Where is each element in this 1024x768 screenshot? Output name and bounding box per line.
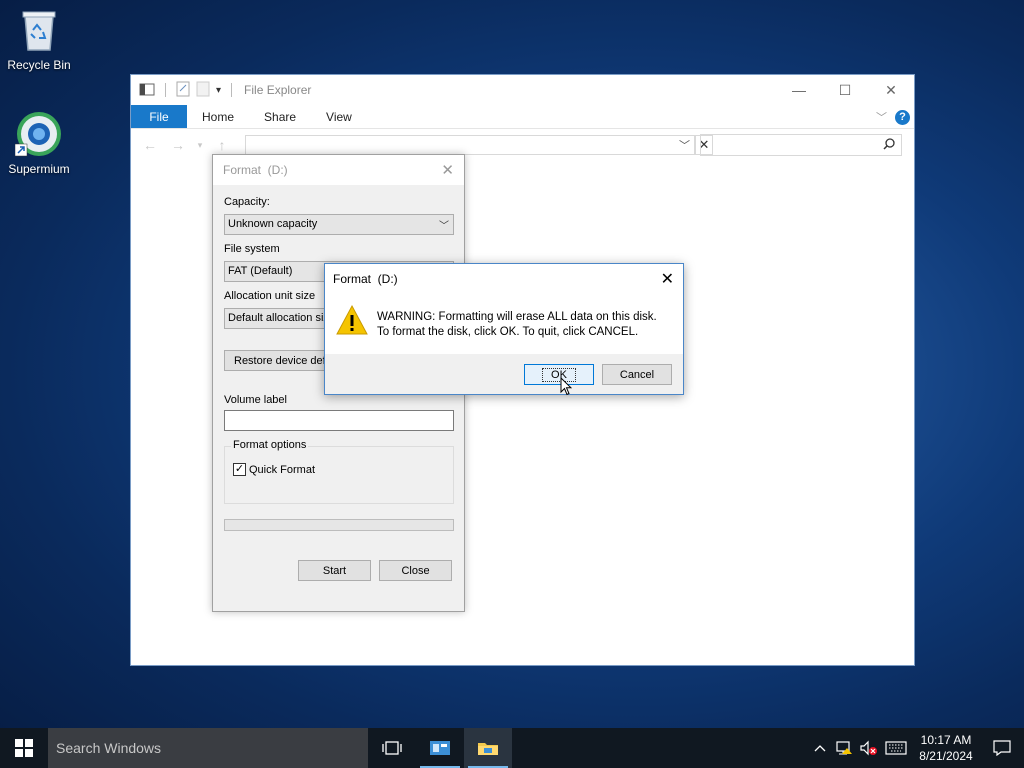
quick-format-checkbox[interactable]: ✓ [233,463,246,476]
expand-ribbon-icon[interactable]: ﹀ [876,109,887,125]
new-folder-icon[interactable] [196,81,210,100]
tab-home[interactable]: Home [187,105,249,128]
help-icon[interactable]: ? [895,109,910,125]
action-center-button[interactable] [980,740,1024,756]
tab-file[interactable]: File [131,105,187,128]
warning-message-line2: To format the disk, click OK. To quit, c… [377,326,639,338]
tab-view[interactable]: View [311,105,367,128]
address-bar[interactable]: ﹀ [245,135,695,155]
volume-label-input[interactable] [224,410,454,431]
close-label: Close [401,564,430,577]
task-view-button[interactable] [368,728,416,768]
volume-label-label: Volume label [224,394,287,406]
clock-time: 10:17 AM [920,733,972,747]
volume-muted-icon[interactable] [856,740,880,756]
windows-logo-icon [15,739,33,757]
quick-access-toolbar: ▾ [139,81,236,100]
clock-date: 8/21/2024 [919,749,973,763]
file-explorer-icon [478,743,498,755]
recent-locations-icon[interactable]: ▾ [195,140,205,151]
capacity-select[interactable]: Unknown capacity ﹀ [224,214,454,235]
folder-icon [139,82,155,99]
warning-icon [335,304,369,339]
warning-message: WARNING: Formatting will erase ALL data … [377,310,657,340]
taskbar-app-server-manager[interactable] [416,728,464,768]
tab-share[interactable]: Share [249,105,311,128]
close-dialog-button[interactable]: Close [379,560,452,581]
file-system-label: File system [224,243,280,255]
properties-icon[interactable] [176,81,190,100]
show-hidden-icons-icon[interactable] [808,744,832,752]
desktop-icon-recycle-bin[interactable]: Recycle Bin [1,6,77,72]
taskbar-clock[interactable]: 10:17 AM 8/21/2024 [912,732,980,764]
close-button[interactable]: ✕ [868,75,914,105]
cancel-label: Cancel [619,368,655,381]
capacity-value: Unknown capacity [228,218,318,230]
up-arrow-icon[interactable]: ↑ [211,137,233,153]
format-warning-dialog: Format (D:) ✕ WARNING: Formatting will e… [324,263,684,395]
desktop-icon-label: Supermium [8,162,70,176]
chevron-down-icon[interactable]: ﹀ [679,137,690,153]
dialog-title: Format (D:) [223,163,288,177]
system-tray: 10:17 AM 8/21/2024 [808,728,1024,768]
allocation-unit-label: Allocation unit size [224,290,316,302]
search-input[interactable] [700,134,902,156]
search-icon [883,138,895,153]
format-progress-bar [224,519,454,531]
keyboard-icon[interactable] [880,741,912,755]
allocation-unit-value: Default allocation siz [228,312,329,324]
format-options-group: Format options ✓ Quick Format [224,439,454,504]
start-label: Start [322,564,347,577]
task-view-icon [382,741,402,755]
minimize-button[interactable]: — [776,75,822,105]
capacity-label: Capacity: [224,196,270,208]
format-options-title: Format options [231,439,309,451]
notification-icon [993,740,1011,756]
back-arrow-icon[interactable]: ← [139,137,161,153]
server-manager-icon [430,741,450,755]
forward-arrow-icon[interactable]: → [167,137,189,153]
cancel-button[interactable]: Cancel [602,364,672,385]
restore-defaults-label: Restore device def [234,354,326,367]
desktop-icon-label: Recycle Bin [7,58,71,72]
close-icon[interactable]: ✕ [441,161,454,179]
warning-message-line1: WARNING: Formatting will erase ALL data … [377,311,657,323]
file-system-value: FAT (Default) [228,265,293,277]
close-icon[interactable]: ✕ [661,269,674,289]
start-button[interactable] [0,728,48,768]
taskbar: Search Windows 10:17 AM 8/21/2024 [0,728,1024,768]
chevron-down-icon: ﹀ [439,221,449,232]
quick-format-label: Quick Format [249,463,316,476]
ribbon-tabs: File Home Share View ﹀ ? [131,105,914,129]
maximize-button[interactable]: ☐ [822,75,868,105]
start-button[interactable]: Start [298,560,371,581]
ok-button[interactable]: OK [524,364,594,385]
dialog-title: Format (D:) [333,272,398,286]
recycle-bin-icon [15,6,63,54]
taskbar-app-file-explorer[interactable] [464,728,512,768]
network-icon[interactable] [832,740,856,756]
supermium-icon [14,110,63,158]
window-title: File Explorer [244,83,312,97]
customize-qa-icon[interactable]: ▾ [216,85,221,96]
format-dialog-title-bar: Format (D:) ✕ [213,155,464,185]
quick-format-option[interactable]: ✓ Quick Format [233,463,315,476]
taskbar-search-input[interactable]: Search Windows [48,728,368,768]
mouse-cursor-icon [560,376,573,399]
desktop-icon-supermium[interactable]: Supermium [1,110,77,176]
